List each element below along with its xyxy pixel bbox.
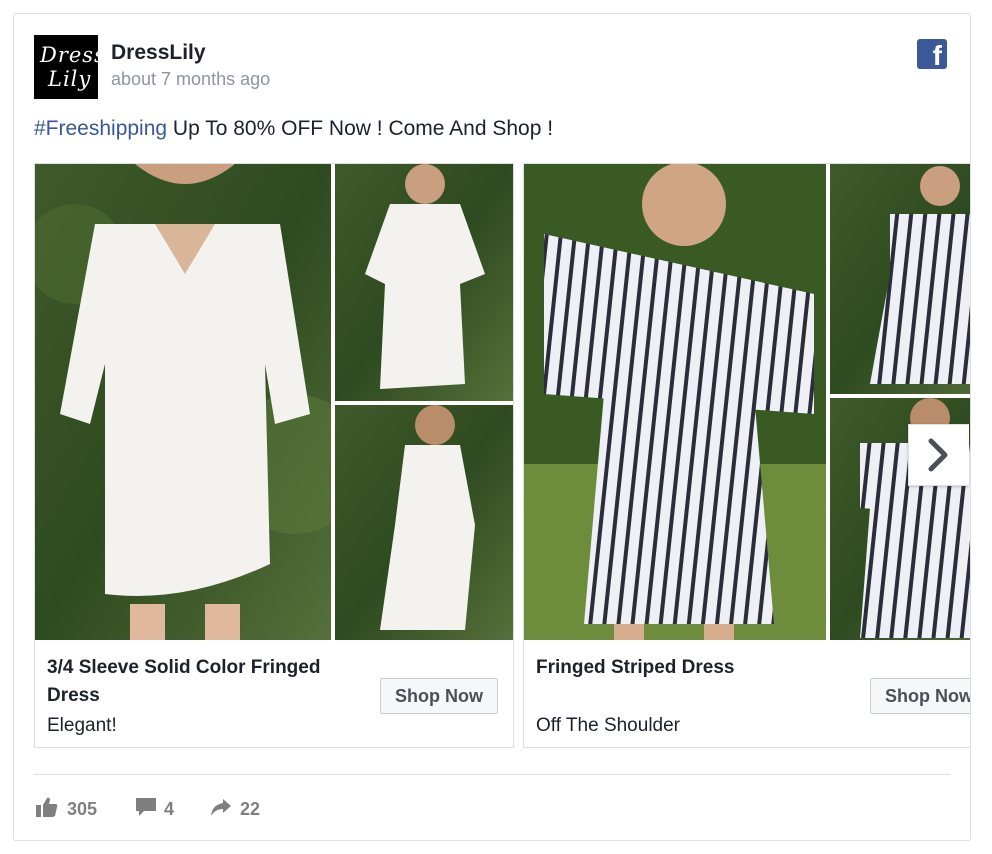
share-count-value: 22 bbox=[240, 799, 261, 819]
card-title[interactable]: 3/4 Sleeve Solid Color Fringed Dress bbox=[47, 654, 357, 710]
product-image-main[interactable] bbox=[524, 164, 826, 640]
shop-now-button[interactable]: Shop Now bbox=[380, 678, 498, 714]
card-description: Off The Shoulder bbox=[536, 715, 681, 736]
page-name[interactable]: DressLily bbox=[111, 41, 206, 65]
post-message: #Freeshipping Up To 80% OFF Now ! Come A… bbox=[34, 117, 553, 141]
card-description: Elegant! bbox=[47, 715, 117, 736]
product-image-thumb-1[interactable] bbox=[830, 164, 970, 394]
carousel-card[interactable]: 3/4 Sleeve Solid Color Fringed Dress Ele… bbox=[34, 163, 514, 748]
facebook-icon[interactable]: f bbox=[917, 39, 947, 71]
carousel: 3/4 Sleeve Solid Color Fringed Dress Ele… bbox=[34, 163, 970, 748]
shop-now-button[interactable]: Shop Now bbox=[870, 678, 970, 714]
carousel-next-button[interactable] bbox=[908, 424, 969, 486]
hashtag-link[interactable]: #Freeshipping bbox=[34, 117, 167, 140]
like-count-value: 305 bbox=[67, 799, 98, 819]
logo-text-line2: Lily bbox=[48, 67, 92, 91]
chevron-right-icon bbox=[928, 438, 948, 472]
facebook-post-card: Dress Lily DressLily about 7 months ago … bbox=[13, 13, 971, 841]
card-title[interactable]: Fringed Striped Dress bbox=[536, 654, 846, 682]
comment-icon bbox=[136, 798, 156, 816]
product-image-thumb-2[interactable] bbox=[335, 405, 513, 640]
divider bbox=[34, 774, 950, 775]
share-arrow-icon bbox=[211, 799, 231, 816]
page-avatar-logo[interactable]: Dress Lily bbox=[34, 35, 105, 99]
carousel-card[interactable]: Fringed Striped Dress Off The Shoulder S… bbox=[523, 163, 970, 748]
product-image-thumb-1[interactable] bbox=[335, 164, 513, 401]
post-message-text: Up To 80% OFF Now ! Come And Shop ! bbox=[167, 117, 554, 140]
comment-count-value: 4 bbox=[164, 799, 175, 819]
logo-text-line1: Dress bbox=[40, 43, 106, 67]
product-image-main[interactable] bbox=[35, 164, 331, 640]
thumbs-up-icon bbox=[36, 797, 58, 817]
post-timestamp[interactable]: about 7 months ago bbox=[111, 69, 270, 90]
